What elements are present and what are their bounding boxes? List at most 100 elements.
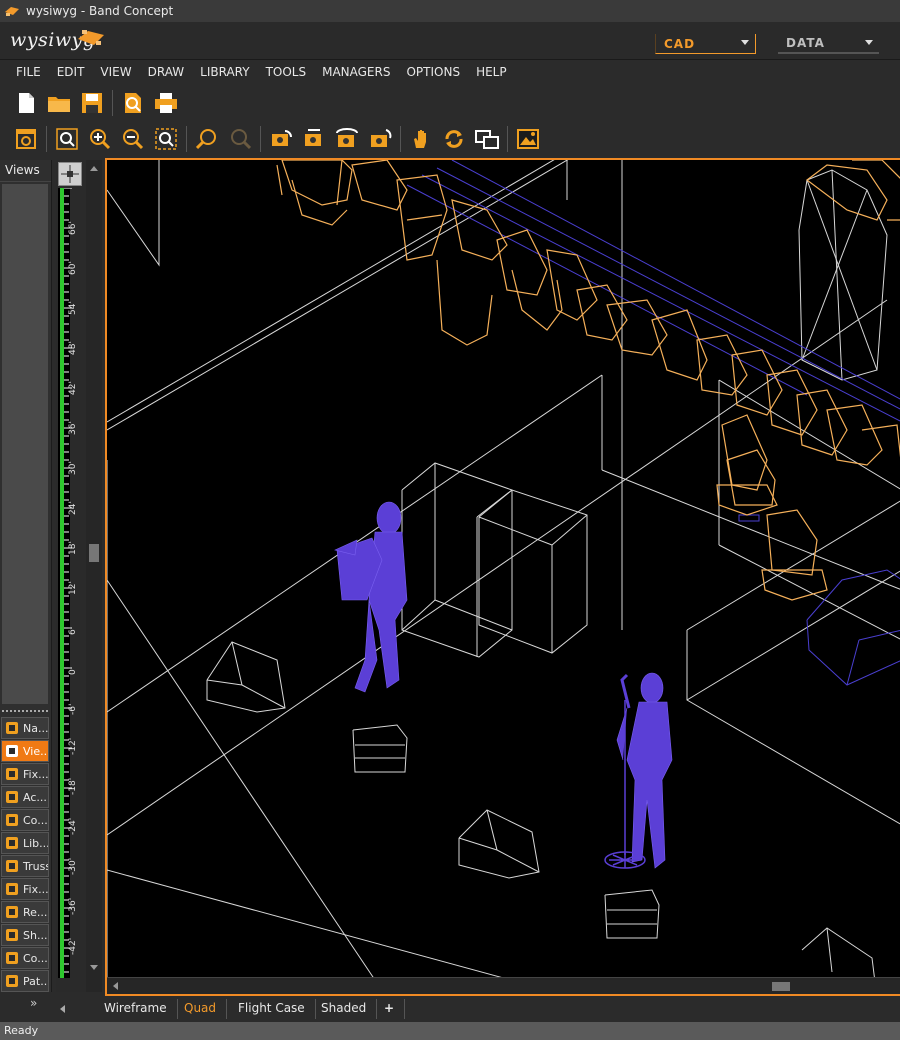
- zoom-extents-button[interactable]: [53, 125, 81, 153]
- patch-icon: [4, 973, 20, 989]
- menu-edit[interactable]: EDIT: [49, 65, 93, 79]
- zoom-in-button[interactable]: [86, 125, 114, 153]
- zoom-out-icon: [123, 129, 144, 150]
- expand-chevron-icon[interactable]: »: [30, 996, 37, 1010]
- pan-hand-button[interactable]: [407, 125, 435, 153]
- tab-wireframe[interactable]: Wireframe: [94, 999, 178, 1019]
- camera-pan-button[interactable]: [300, 125, 328, 153]
- chevron-down-icon: [865, 40, 873, 45]
- menu-view[interactable]: VIEW: [92, 65, 139, 79]
- menu-managers[interactable]: MANAGERS: [314, 65, 398, 79]
- nav-item-11[interactable]: Pat...: [1, 970, 49, 992]
- zoom-window-button[interactable]: [152, 125, 180, 153]
- scroll-down-icon[interactable]: [89, 964, 99, 972]
- nav-item-6[interactable]: Truss: [1, 855, 49, 877]
- menu-tools[interactable]: TOOLS: [258, 65, 315, 79]
- new-file-button[interactable]: [12, 89, 40, 117]
- nav-item-5[interactable]: Lib...: [1, 832, 49, 854]
- scroll-up-icon[interactable]: [89, 164, 99, 172]
- nav-item-label: Ac...: [23, 790, 47, 804]
- render-icon: [4, 904, 20, 920]
- menu-draw[interactable]: DRAW: [140, 65, 193, 79]
- camera-rotate-button[interactable]: [267, 125, 295, 153]
- nav-item-9[interactable]: Sh...: [1, 924, 49, 946]
- ruler-label: 18': [68, 541, 78, 555]
- ruler-label: 48': [68, 341, 78, 355]
- print-preview-button[interactable]: [119, 89, 147, 117]
- window-layout-button[interactable]: [473, 125, 501, 153]
- ruler-label: 24': [68, 501, 78, 515]
- fixture-list-icon: [4, 881, 20, 897]
- ruler-label: 30': [68, 461, 78, 475]
- print-preview-icon: [125, 93, 141, 113]
- scroll-left-icon[interactable]: [111, 981, 119, 991]
- ruler-label: 42': [68, 381, 78, 395]
- add-tab-button[interactable]: +: [374, 999, 406, 1019]
- color-icon: [4, 812, 20, 828]
- nav-item-7[interactable]: Fix...: [1, 878, 49, 900]
- ruler-label: -36': [68, 897, 78, 915]
- horizontal-scroll-thumb[interactable]: [772, 982, 790, 991]
- data-mode-select[interactable]: DATA: [778, 34, 879, 54]
- nav-item-10[interactable]: Co...: [1, 947, 49, 969]
- menu-options[interactable]: OPTIONS: [398, 65, 468, 79]
- horizontal-scrollbar[interactable]: [107, 977, 900, 994]
- cad-viewport[interactable]: [105, 158, 900, 996]
- save-button[interactable]: [78, 89, 106, 117]
- ruler-label: -42': [68, 937, 78, 955]
- toolbar-separator: [112, 90, 113, 116]
- zoom-next-icon: [231, 129, 251, 150]
- tab-scroll-left-icon[interactable]: [58, 1004, 66, 1014]
- status-text: Ready: [4, 1024, 39, 1037]
- nav-item-label: Lib...: [23, 836, 49, 850]
- vertical-scrollbar[interactable]: [86, 160, 102, 992]
- zoom-out-button[interactable]: [119, 125, 147, 153]
- panel-splitter[interactable]: [2, 710, 48, 714]
- ruler-label: -6': [68, 703, 78, 715]
- shutter-icon: [4, 927, 20, 943]
- camera-orbit-button[interactable]: [333, 125, 361, 153]
- menu-help[interactable]: HELP: [468, 65, 515, 79]
- open-file-button[interactable]: [45, 89, 73, 117]
- ruler-label: -24': [68, 817, 78, 835]
- vertical-scroll-thumb[interactable]: [89, 544, 99, 562]
- cad-mode-select[interactable]: CAD: [655, 34, 756, 54]
- nav-item-label: Truss: [23, 859, 49, 873]
- print-button[interactable]: [152, 89, 180, 117]
- view-settings-button[interactable]: [12, 125, 40, 153]
- nav-item-2[interactable]: Fix...: [1, 763, 49, 785]
- ruler-label: 36': [68, 421, 78, 435]
- zoom-previous-button[interactable]: [193, 125, 221, 153]
- title-bar: wysiwyg - Band Concept: [0, 0, 900, 22]
- gear-icon: [16, 129, 36, 149]
- fixture-icon: [4, 766, 20, 782]
- view-tabs: Wireframe Quad Flight Case Shaded +: [54, 998, 900, 1020]
- star-icon: [4, 720, 20, 736]
- render-image-button[interactable]: [514, 125, 542, 153]
- tab-flight-case[interactable]: Flight Case: [228, 999, 316, 1019]
- toolbar-separator: [260, 126, 261, 152]
- view-toolbar: [0, 120, 900, 158]
- ruler-origin-button[interactable]: [58, 162, 82, 186]
- nav-item-4[interactable]: Co...: [1, 809, 49, 831]
- zoom-next-button[interactable]: [226, 125, 254, 153]
- refresh-button[interactable]: [440, 125, 468, 153]
- save-icon: [82, 93, 102, 113]
- toolbar-separator: [46, 126, 47, 152]
- data-mode-label: DATA: [786, 36, 825, 50]
- nav-item-8[interactable]: Re...: [1, 901, 49, 923]
- zoom-in-icon: [90, 129, 111, 150]
- camera-tilt-button[interactable]: [366, 125, 394, 153]
- library-icon: [4, 835, 20, 851]
- tab-quad[interactable]: Quad: [174, 999, 228, 1019]
- nav-item-1[interactable]: Vie...: [1, 740, 49, 762]
- ruler-label: 6': [68, 626, 78, 635]
- ruler-label: 0': [68, 666, 78, 675]
- zoom-extents-icon: [56, 128, 78, 150]
- tab-shaded[interactable]: Shaded: [311, 999, 378, 1019]
- nav-item-0[interactable]: Na...: [1, 717, 49, 739]
- menu-file[interactable]: FILE: [8, 65, 49, 79]
- nav-item-3[interactable]: Ac...: [1, 786, 49, 808]
- views-list[interactable]: [2, 184, 48, 704]
- menu-library[interactable]: LIBRARY: [192, 65, 257, 79]
